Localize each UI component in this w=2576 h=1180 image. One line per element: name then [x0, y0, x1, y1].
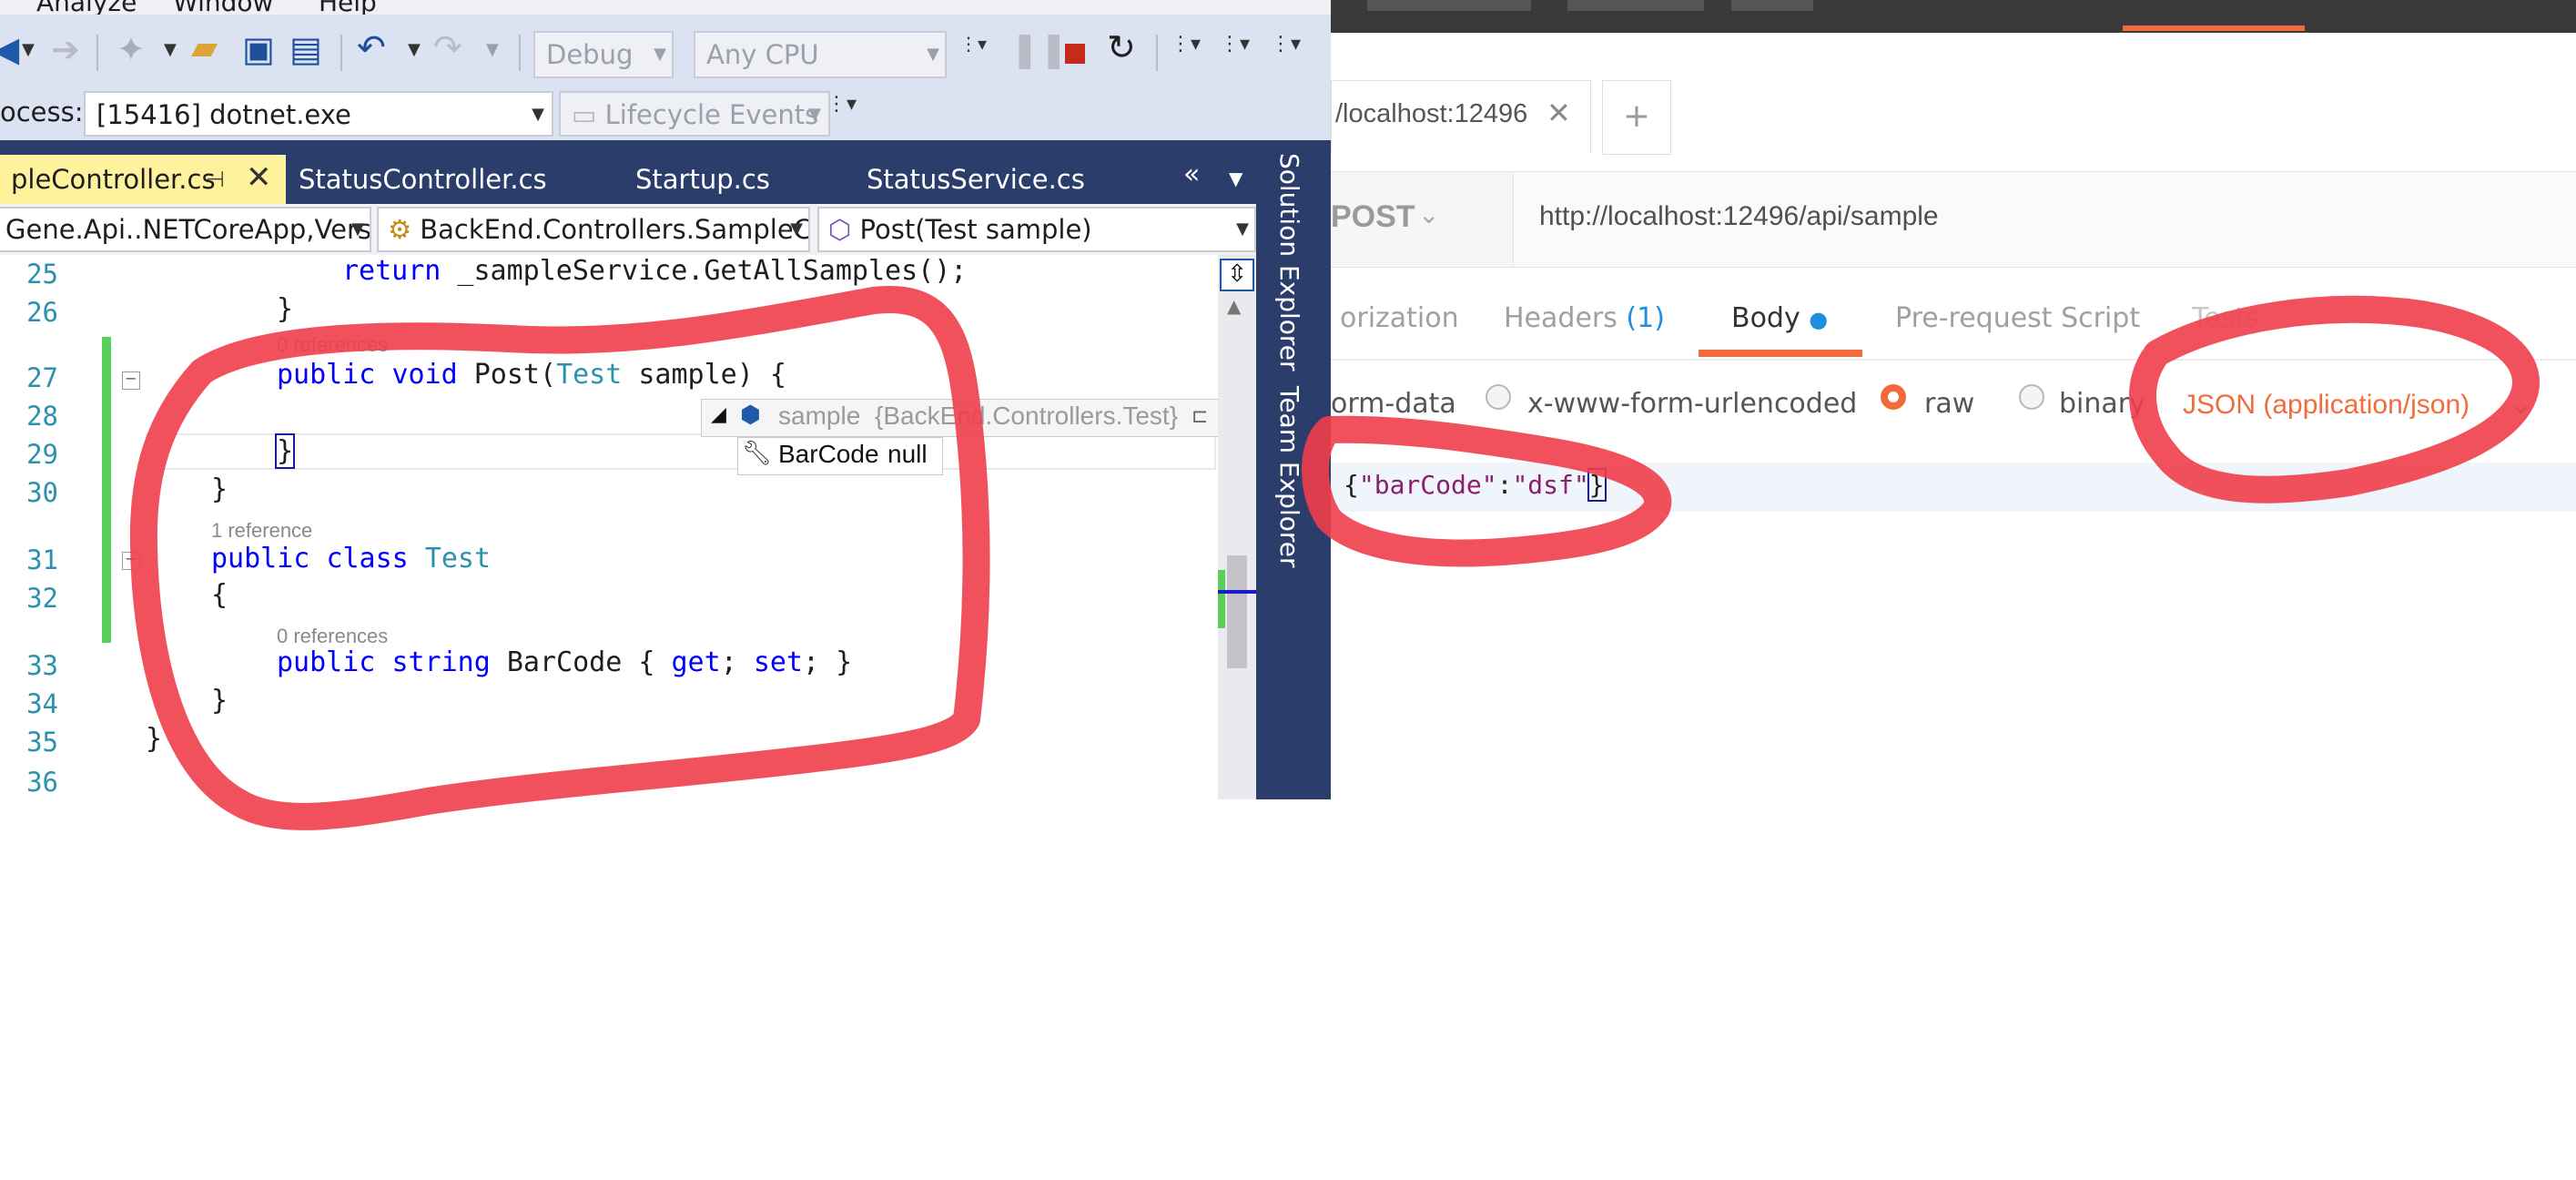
annotation-circle-json [1302, 415, 1672, 567]
annotation-overlay [129, 285, 2540, 830]
annotation-circle-code [129, 285, 990, 830]
annotation-circle-content-type [2129, 295, 2540, 504]
